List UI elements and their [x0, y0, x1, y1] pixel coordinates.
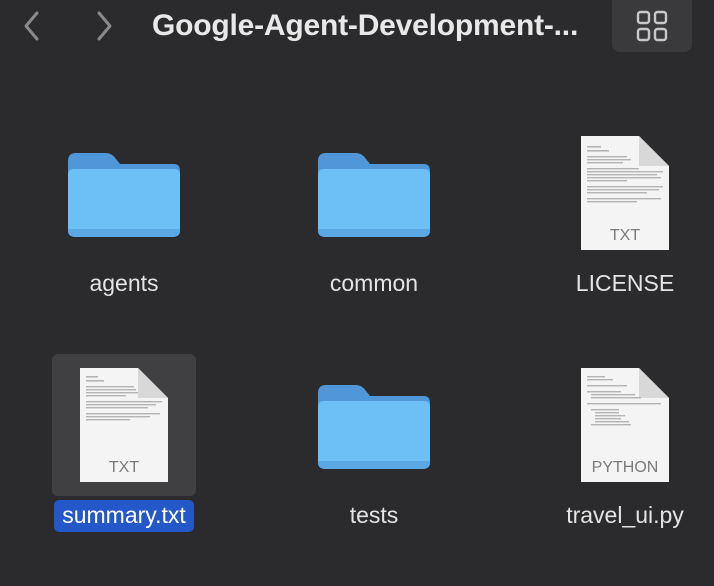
- grid-view-icon: [636, 10, 668, 42]
- document-icon-wrap: PYTHON: [553, 354, 697, 496]
- item-label: summary.txt: [14, 500, 234, 532]
- folder-icon: [68, 153, 180, 237]
- item-label: tests: [349, 502, 399, 528]
- document-icon-wrap: TXT: [553, 122, 697, 264]
- folder-agents[interactable]: agents: [14, 52, 234, 296]
- file-type-label: TXT: [610, 227, 640, 244]
- file-summary-txt[interactable]: TXT summary.txt: [14, 284, 234, 532]
- text-document-icon: TXT: [581, 136, 669, 250]
- item-label: travel_ui.py: [566, 502, 684, 528]
- view-mode-button[interactable]: [612, 0, 692, 52]
- file-type-label: PYTHON: [592, 459, 659, 476]
- chevron-left-icon: [24, 11, 39, 41]
- folder-icon: [318, 385, 430, 469]
- folder-icon-wrap: [52, 122, 196, 264]
- folder-tests[interactable]: tests: [264, 284, 484, 528]
- back-button[interactable]: [14, 8, 50, 44]
- file-license[interactable]: TXT LICENSE: [515, 52, 714, 296]
- forward-button[interactable]: [86, 8, 122, 44]
- toolbar: Google-Agent-Development-...: [0, 0, 714, 52]
- document-icon-wrap: TXT: [52, 354, 196, 496]
- text-document-icon: TXT: [80, 368, 168, 482]
- python-document-icon: PYTHON: [581, 368, 669, 482]
- folder-icon-wrap: [302, 122, 446, 264]
- folder-common[interactable]: common: [264, 52, 484, 296]
- window-title: Google-Agent-Development-...: [152, 9, 579, 42]
- folder-icon-wrap: [302, 354, 446, 496]
- folder-icon: [318, 153, 430, 237]
- file-travel-ui-py[interactable]: PYTHON travel_ui.py: [515, 284, 714, 528]
- file-type-label: TXT: [109, 459, 139, 476]
- file-grid: agents common TXT LICENSE TXT summary.tx…: [0, 52, 714, 586]
- chevron-right-icon: [97, 11, 112, 41]
